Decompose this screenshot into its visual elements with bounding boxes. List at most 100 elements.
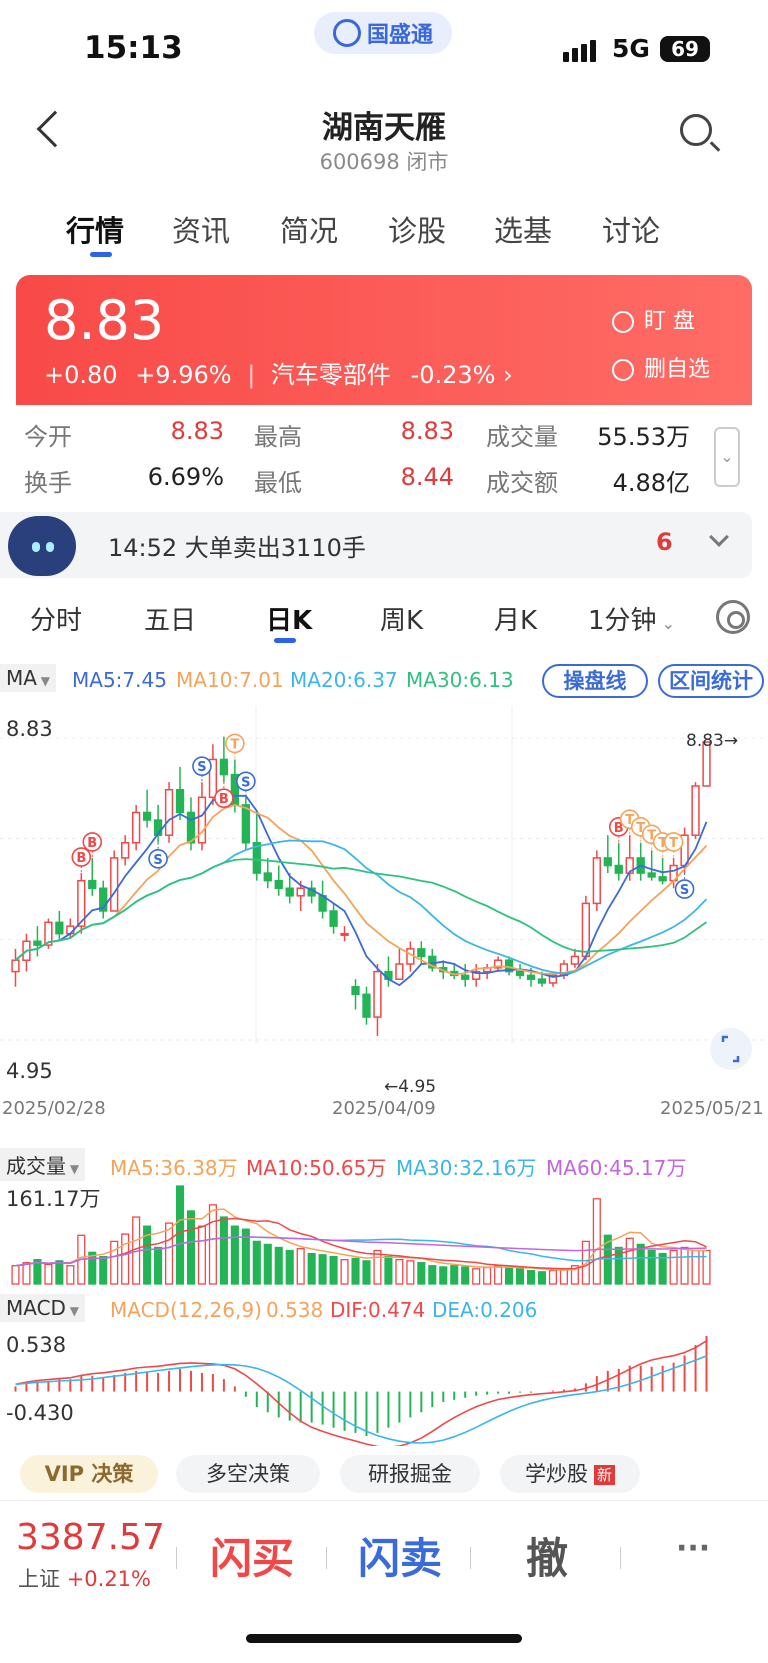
index-label: 上证 +0.21% <box>18 1563 151 1593</box>
index-value[interactable]: 3387.57 <box>16 1517 165 1558</box>
tab-weekly-k[interactable]: 周K <box>380 600 423 637</box>
fullscreen-button[interactable] <box>710 1028 752 1070</box>
expand-stats-icon[interactable]: ⌄ <box>714 427 740 487</box>
chip-learn-label: 学炒股 <box>524 1462 588 1486</box>
candle-body <box>647 872 656 878</box>
kline-tab-indicator <box>274 638 296 643</box>
macd-selector[interactable]: MACD ▼ <box>0 1294 85 1322</box>
watch-button[interactable]: 盯 盘 <box>612 303 695 335</box>
ma10-line <box>14 803 708 976</box>
tab-discussion[interactable]: 讨论 <box>602 208 660 250</box>
quick-sell-button[interactable]: 闪卖 <box>358 1525 442 1586</box>
brand-badge[interactable]: 国盛通 <box>314 12 452 54</box>
volume-bar <box>66 1265 75 1285</box>
brand-logo-icon <box>332 19 361 47</box>
tab-intraday[interactable]: 分时 <box>30 600 82 637</box>
volume-bar <box>154 1246 163 1285</box>
gear-icon[interactable] <box>716 600 750 634</box>
volume-legend: 成交量 ▼ MA5:36.38万 MA10:50.65万 MA30:32.16万… <box>0 1148 768 1181</box>
divider <box>470 1547 471 1569</box>
stat-label: 换手 <box>24 469 72 497</box>
ma5-value: MA5:7.45 <box>72 668 167 692</box>
chevron-down-icon[interactable] <box>709 527 729 547</box>
tab-market[interactable]: 行情 <box>66 208 124 250</box>
volume-bar <box>461 1266 470 1285</box>
more-icon[interactable]: ··· <box>676 1531 710 1566</box>
volume-bar <box>318 1254 327 1285</box>
caret-down-icon: ▼ <box>65 1304 79 1318</box>
tab-funds[interactable]: 选基 <box>494 208 552 250</box>
sector-link[interactable]: 汽车零部件 -0.23% › <box>271 361 513 389</box>
candle-body <box>296 887 305 897</box>
candlestick-chart[interactable]: BBSSBTSBTTTT TS 8.83 4.95 8.83→ ←4.95 202… <box>0 706 768 1116</box>
candle-body <box>373 970 382 1018</box>
dif-line <box>15 1340 707 1446</box>
chevron-right-icon: › <box>503 361 513 389</box>
candle-body <box>274 879 283 889</box>
ma-selector[interactable]: MA ▼ <box>0 664 56 692</box>
candle-body <box>285 887 294 897</box>
trade-signal-label: B <box>219 792 229 807</box>
candle-body <box>142 811 152 821</box>
minute-select-value: 1分钟 <box>588 606 657 636</box>
tab-daily-k[interactable]: 日K <box>266 600 312 637</box>
volume-bar <box>472 1268 481 1285</box>
volume-bar <box>263 1243 272 1285</box>
vol-ma10-line <box>15 1217 707 1270</box>
candle-body <box>121 842 130 859</box>
chevron-down-icon: ⌄ <box>656 614 676 633</box>
volume-bar <box>494 1265 503 1285</box>
volume-bar <box>483 1266 492 1285</box>
macd-value: 0.538 <box>266 1298 324 1322</box>
price-change: +0.80 <box>44 361 118 389</box>
tab-monthly-k[interactable]: 月K <box>494 600 537 637</box>
range-stats-button[interactable]: 区间统计 <box>658 664 764 698</box>
ma30-value: MA30:6.13 <box>406 668 514 692</box>
volume-bar <box>22 1262 31 1285</box>
signal-icon <box>563 40 599 62</box>
robot-assistant-icon[interactable] <box>8 516 76 576</box>
volume-bar <box>439 1266 448 1285</box>
tab-profile[interactable]: 简况 <box>280 208 338 250</box>
chip-research[interactable]: 研报掘金 <box>340 1455 480 1493</box>
bell-alert-icon <box>612 311 634 333</box>
trade-line-button[interactable]: 操盘线 <box>542 664 648 698</box>
volume-bar <box>110 1240 119 1285</box>
volume-bar <box>373 1249 382 1285</box>
main-tabs: 行情 资讯 简况 诊股 选基 讨论 <box>0 198 768 260</box>
chip-long-short[interactable]: 多空决策 <box>176 1455 320 1493</box>
tab-diagnosis[interactable]: 诊股 <box>388 208 446 250</box>
tab-five-day[interactable]: 五日 <box>144 600 196 637</box>
stat-label: 最低 <box>254 469 302 497</box>
vol-ma5: MA5:36.38万 <box>110 1156 238 1180</box>
stats-grid: 今开 8.83 最高 8.83 成交量 55.53万 换手 6.69% 最低 8… <box>0 405 768 505</box>
tab-news[interactable]: 资讯 <box>172 208 230 250</box>
cancel-order-button[interactable]: 撤 <box>526 1525 568 1586</box>
volume-bar <box>55 1260 64 1285</box>
remove-favorite-button[interactable]: 删自选 <box>612 351 710 383</box>
volume-chart[interactable]: 161.17万 <box>0 1180 768 1288</box>
news-ticker[interactable]: 14:52 大单卖出3110手 6 <box>0 512 752 578</box>
macd-params: MACD(12,26,9) <box>110 1298 262 1322</box>
quick-buy-button[interactable]: 闪买 <box>210 1525 294 1586</box>
brand-name: 国盛通 <box>366 23 433 48</box>
y-min-label: 4.95 <box>6 1059 53 1083</box>
last-price: 8.83 <box>44 289 165 352</box>
candle-body <box>417 948 426 958</box>
volume-bar <box>406 1260 415 1285</box>
macd-chart[interactable]: 0.538 -0.430 <box>0 1326 768 1446</box>
volume-bar <box>505 1266 514 1285</box>
tab-minute-select[interactable]: 1分钟 ⌄ <box>588 600 675 637</box>
volume-bar <box>230 1225 239 1285</box>
vip-decision-chip[interactable]: VIP 决策 <box>20 1455 158 1493</box>
volume-bar <box>625 1237 634 1285</box>
volume-selector[interactable]: 成交量 ▼ <box>0 1148 86 1181</box>
divider <box>620 1547 621 1569</box>
search-icon[interactable] <box>680 114 712 146</box>
clock: 15:13 <box>84 30 183 66</box>
volume-bar <box>417 1262 426 1285</box>
candle-body <box>570 955 580 965</box>
chip-learn[interactable]: 学炒股新 <box>500 1455 640 1493</box>
candle-body <box>197 796 207 844</box>
trade-signal-label: S <box>241 775 250 790</box>
